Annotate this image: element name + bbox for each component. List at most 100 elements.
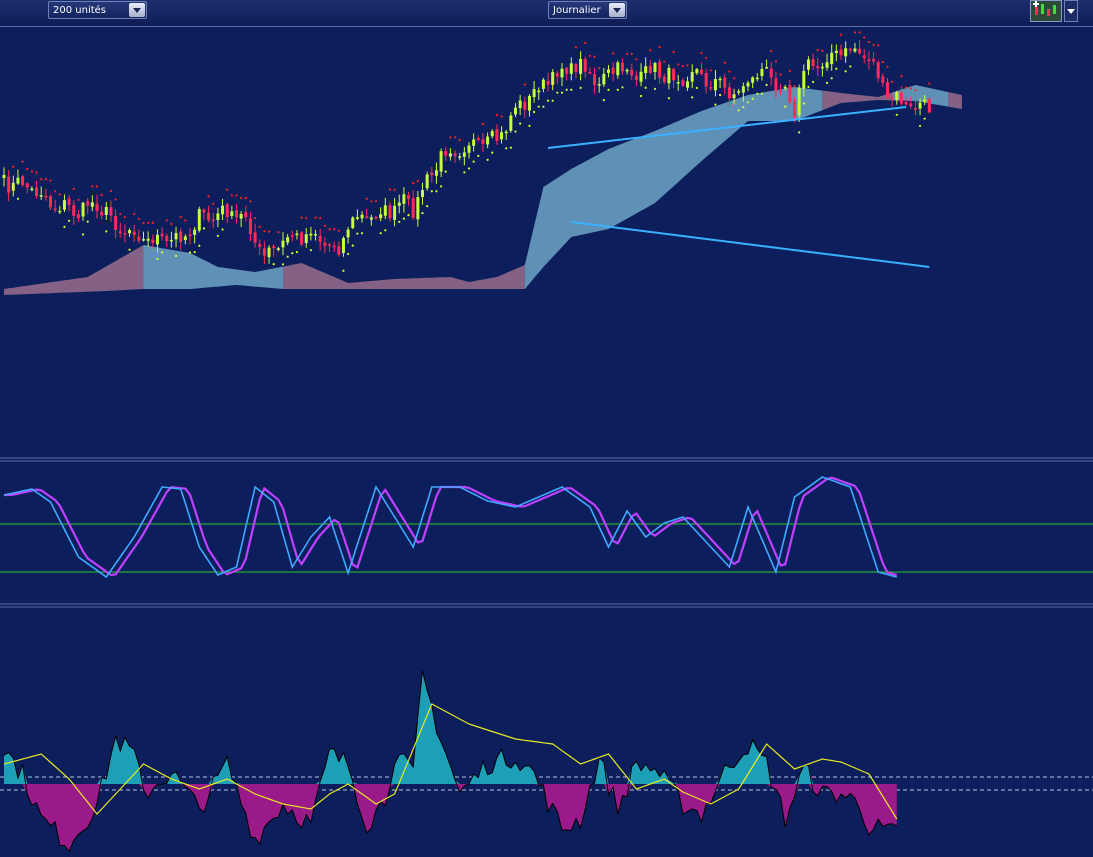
candle-bull: [30, 188, 34, 191]
sar-dot: [202, 227, 206, 230]
sar-dot: [709, 69, 712, 72]
candle-bear: [411, 198, 415, 218]
candle-bull: [183, 236, 187, 241]
candle-bear: [272, 246, 276, 249]
sar-dot: [360, 232, 364, 235]
candle-bull: [369, 217, 373, 220]
sar-dot: [68, 219, 71, 222]
stochastic-panel: [0, 476, 1093, 579]
units-select[interactable]: 200 unités: [48, 1, 147, 19]
candle-bull: [537, 90, 541, 93]
units-select-value: 200 unités: [53, 5, 107, 16]
sar-dot: [519, 122, 522, 125]
sar-dot: [426, 204, 429, 208]
sar-dot: [728, 70, 731, 73]
sar-dot: [523, 83, 526, 86]
candle-bull: [490, 131, 494, 137]
candle-bear: [788, 85, 792, 103]
sar-dot: [170, 222, 173, 226]
candle-bull: [425, 174, 429, 189]
candle-bear: [774, 78, 778, 92]
candle-bull: [741, 86, 745, 93]
candle-bull: [820, 66, 824, 69]
sar-dot: [900, 75, 903, 78]
sar-dot: [505, 147, 508, 150]
candle-bear: [337, 246, 341, 255]
candle-bull: [239, 214, 243, 219]
candle-bear: [72, 205, 76, 216]
sar-dot: [26, 167, 29, 171]
candle-bear: [76, 214, 80, 219]
candle-bear: [132, 231, 136, 235]
sar-dot: [914, 89, 917, 92]
sar-dot: [463, 171, 466, 174]
candle-bear: [913, 108, 917, 110]
candle-bear: [258, 244, 262, 248]
candle-bull: [760, 68, 764, 76]
sar-dot: [598, 67, 601, 70]
candle-bear: [248, 218, 252, 235]
candle-bear: [593, 74, 597, 85]
candle-bear: [165, 235, 169, 242]
sar-dot: [723, 61, 726, 64]
sar-dot: [254, 216, 257, 220]
sar-dot: [542, 105, 545, 108]
candle-bull: [472, 139, 476, 146]
candlestick-add-icon[interactable]: [1030, 0, 1062, 22]
sar-dot: [402, 217, 405, 220]
candle-bear: [909, 103, 913, 107]
candle-bear: [723, 77, 727, 88]
candle-bear: [890, 97, 894, 99]
sar-dot: [30, 170, 33, 173]
candle-bear: [811, 59, 815, 66]
candle-bull: [541, 79, 545, 89]
candle-bull: [486, 136, 490, 145]
cloud-bear-area: [948, 92, 962, 109]
sar-dot: [109, 189, 113, 193]
candle-bull: [746, 82, 750, 87]
candle-bear: [262, 248, 266, 256]
candle-bear: [876, 62, 880, 79]
candle-bull: [128, 230, 132, 234]
sar-dot: [453, 136, 457, 139]
candle-bull: [314, 234, 318, 236]
candle-bear: [118, 231, 122, 234]
sar-dot: [616, 88, 619, 91]
candle-bear: [672, 68, 676, 81]
candle-bear: [881, 76, 885, 83]
candle-bull: [551, 72, 555, 85]
sar-dot: [872, 43, 875, 47]
sar-dot: [630, 52, 633, 55]
period-select[interactable]: Journalier: [548, 1, 627, 19]
sar-dot: [756, 92, 759, 95]
price-plot: [2, 31, 962, 295]
candle-bear: [444, 151, 448, 156]
sar-dot: [751, 97, 754, 100]
sar-dot: [467, 167, 471, 170]
sar-dot: [35, 171, 38, 174]
sar-dot: [184, 219, 187, 222]
sar-dot: [244, 196, 247, 200]
sar-dot: [663, 60, 666, 63]
candle-bull: [690, 71, 694, 82]
candle-bull: [434, 170, 438, 176]
sar-dot: [207, 195, 210, 198]
candle-bull: [532, 89, 536, 97]
sar-dot: [830, 77, 833, 80]
candle-bull: [718, 78, 722, 81]
sar-dot: [812, 80, 815, 84]
chart-tool-menu-button[interactable]: [1064, 0, 1078, 22]
sar-dot: [226, 188, 229, 191]
chart-area[interactable]: [0, 27, 1093, 857]
sar-dot: [105, 230, 108, 233]
candle-bear: [523, 101, 527, 110]
sar-dot: [881, 61, 884, 64]
candle-bull: [16, 177, 20, 184]
sar-dot: [100, 193, 103, 197]
candle-bull: [174, 233, 178, 240]
sar-dot: [309, 249, 312, 252]
candle-bull: [560, 68, 564, 78]
sar-dot: [537, 105, 540, 108]
sar-dot: [742, 106, 745, 109]
candle-bull: [383, 205, 387, 216]
